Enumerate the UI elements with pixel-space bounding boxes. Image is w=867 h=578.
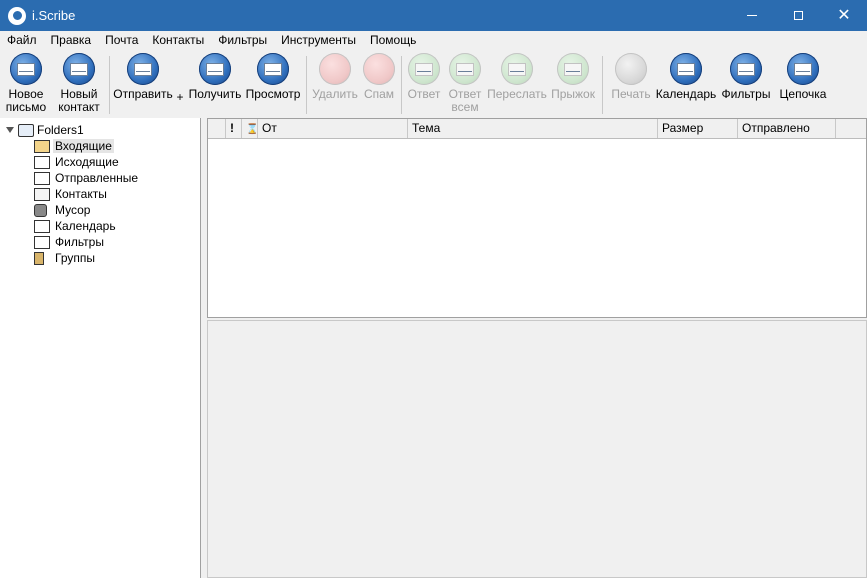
bounce-icon xyxy=(557,53,589,85)
delete-button[interactable]: Удалить xyxy=(310,50,360,101)
title-bar: i.Scribe ✕ xyxy=(0,0,867,31)
column-flag[interactable]: ⌛ xyxy=(242,119,258,138)
menu-tools[interactable]: Инструменты xyxy=(274,31,363,50)
filters-icon xyxy=(730,53,762,85)
message-list-header: ! ⌛ От Тема Размер Отправлено xyxy=(208,119,866,139)
folder-groups[interactable]: Группы xyxy=(34,250,97,266)
menu-edit[interactable]: Правка xyxy=(44,31,99,50)
preview-button[interactable]: Просмотр xyxy=(243,50,303,101)
column-sent[interactable]: Отправлено xyxy=(738,119,836,138)
folder-label: Исходящие xyxy=(55,155,119,169)
calendar-button[interactable]: Календарь xyxy=(656,50,716,101)
reply-all-button[interactable]: Ответ всем xyxy=(443,50,487,114)
folder-label: Отправленные xyxy=(55,171,139,185)
folder-filters[interactable]: Фильтры xyxy=(34,234,106,250)
send-options-button[interactable]: + xyxy=(173,50,187,104)
new-mail-icon xyxy=(10,53,42,85)
reply-icon xyxy=(408,53,440,85)
toolbar-separator xyxy=(401,56,402,114)
minimize-button[interactable] xyxy=(729,0,775,31)
sent-icon xyxy=(34,171,50,185)
send-icon xyxy=(127,53,159,85)
folder-trash[interactable]: Мусор xyxy=(34,202,92,218)
toolbar-separator xyxy=(109,56,110,114)
groups-icon xyxy=(34,251,44,265)
folder-label: Мусор xyxy=(55,203,91,217)
menu-file[interactable]: Файл xyxy=(0,31,44,50)
trash-icon xyxy=(34,203,47,217)
spam-button[interactable]: Спам xyxy=(360,50,398,101)
folder-inbox[interactable]: Входящие xyxy=(34,138,114,154)
calendar-icon xyxy=(34,219,50,233)
folder-label: Контакты xyxy=(55,187,107,201)
reply-all-icon xyxy=(449,53,481,85)
new-contact-button[interactable]: Новый контакт xyxy=(52,50,106,114)
column-subject[interactable]: Тема xyxy=(408,119,658,138)
menu-help[interactable]: Помощь xyxy=(363,31,423,50)
message-list[interactable]: ! ⌛ От Тема Размер Отправлено xyxy=(207,118,867,318)
thread-button[interactable]: Цепочка xyxy=(776,50,830,101)
folder-label: Входящие xyxy=(53,139,114,153)
flag-icon: ⌛ xyxy=(246,124,258,135)
folder-label: Календарь xyxy=(55,219,116,233)
toolbar: Новое письмо Новый контакт Отправить + П… xyxy=(0,50,867,118)
reply-button[interactable]: Ответ xyxy=(405,50,443,101)
window-title: i.Scribe xyxy=(32,8,76,23)
menu-bar: Файл Правка Почта Контакты Фильтры Инстр… xyxy=(0,31,867,50)
folder-calendar[interactable]: Календарь xyxy=(34,218,118,234)
filters-icon xyxy=(34,235,50,249)
receive-icon xyxy=(199,53,231,85)
preview-pane[interactable] xyxy=(207,320,867,578)
print-icon xyxy=(615,53,647,85)
outbox-icon xyxy=(34,155,50,169)
menu-mail[interactable]: Почта xyxy=(98,31,145,50)
delete-icon xyxy=(319,53,351,85)
new-mail-button[interactable]: Новое письмо xyxy=(0,50,52,114)
spam-icon xyxy=(363,53,395,85)
column-priority[interactable]: ! xyxy=(226,119,242,138)
forward-icon xyxy=(501,53,533,85)
inbox-icon xyxy=(34,139,50,153)
send-button[interactable]: Отправить xyxy=(113,50,173,101)
column-size[interactable]: Размер xyxy=(658,119,738,138)
app-logo-icon xyxy=(8,6,26,25)
folder-sent[interactable]: Отправленные xyxy=(34,170,140,186)
expand-arrow-icon[interactable] xyxy=(6,127,14,133)
folder-outbox[interactable]: Исходящие xyxy=(34,154,121,170)
toolbar-separator xyxy=(306,56,307,114)
close-button[interactable]: ✕ xyxy=(821,0,867,31)
mail-store-icon xyxy=(18,123,34,137)
print-button[interactable]: Печать xyxy=(606,50,656,101)
folder-label: Фильтры xyxy=(55,235,104,249)
tree-root-label: Folders1 xyxy=(37,123,84,137)
bounce-button[interactable]: Прыжок xyxy=(547,50,599,101)
toolbar-separator xyxy=(602,56,603,114)
thread-icon xyxy=(787,53,819,85)
new-contact-icon xyxy=(63,53,95,85)
column-from[interactable]: От xyxy=(258,119,408,138)
folder-contacts[interactable]: Контакты xyxy=(34,186,109,202)
column-blank[interactable] xyxy=(208,119,226,138)
column-filler xyxy=(836,119,864,138)
filters-button[interactable]: Фильтры xyxy=(716,50,776,101)
forward-button[interactable]: Переслать xyxy=(487,50,547,101)
folder-label: Группы xyxy=(55,251,95,265)
maximize-button[interactable] xyxy=(775,0,821,31)
menu-contacts[interactable]: Контакты xyxy=(145,31,211,50)
menu-filters[interactable]: Фильтры xyxy=(211,31,274,50)
tree-root[interactable]: Folders1 xyxy=(6,122,84,138)
folder-tree: Folders1 Входящие Исходящие Отправленные… xyxy=(0,118,201,578)
contacts-icon xyxy=(34,187,50,201)
preview-icon xyxy=(257,53,289,85)
calendar-icon xyxy=(670,53,702,85)
receive-button[interactable]: Получить xyxy=(187,50,243,101)
